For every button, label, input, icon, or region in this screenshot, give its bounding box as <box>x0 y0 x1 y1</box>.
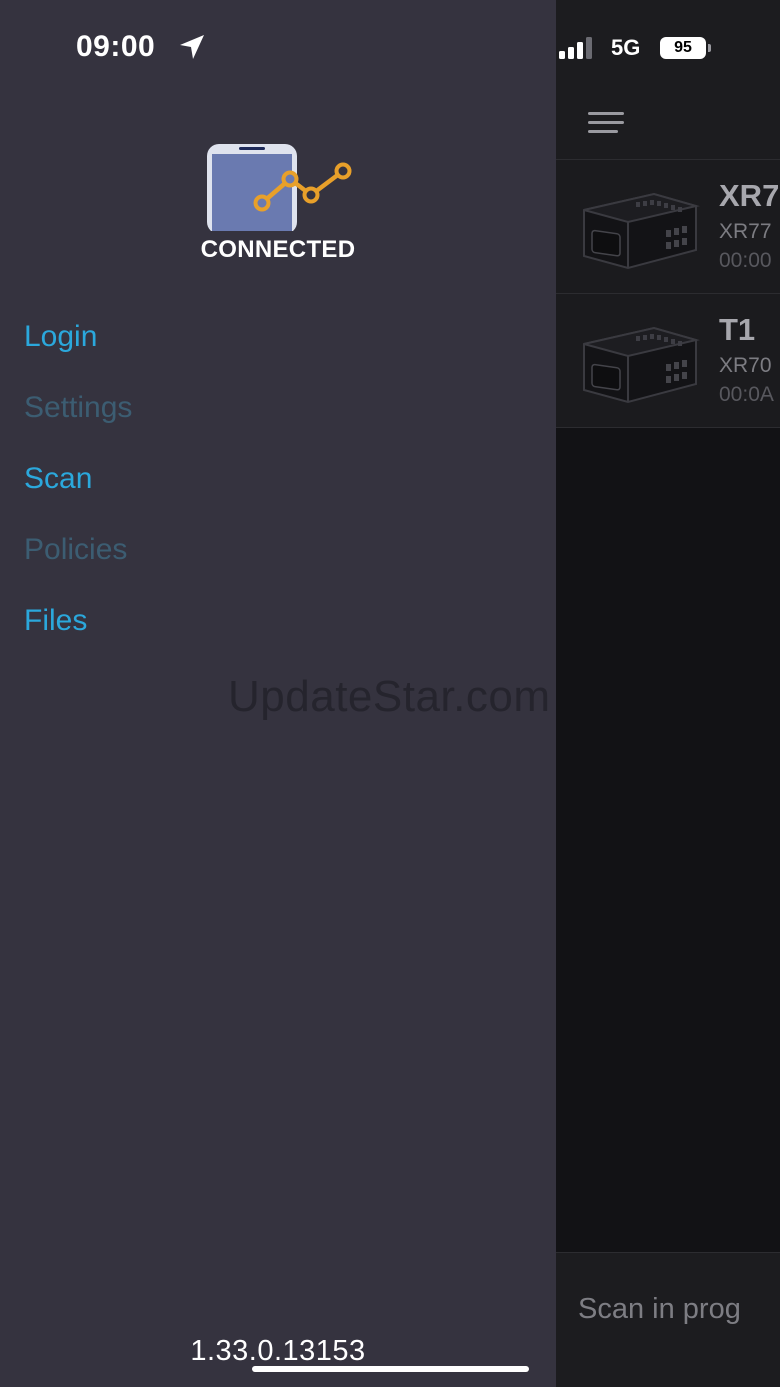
home-indicator <box>252 1366 529 1372</box>
logo-text: CONNECTED <box>200 236 356 263</box>
watermark: UpdateStar.com <box>228 672 551 721</box>
controller-device-icon <box>583 326 700 404</box>
device-model: XR77 <box>719 220 772 243</box>
device-name: T1 <box>719 312 756 347</box>
device-time: 00:00 <box>719 249 772 272</box>
network-type: 5G <box>611 35 641 60</box>
menu-item-scan[interactable]: Scan <box>24 462 92 496</box>
status-time: 09:00 <box>76 30 156 63</box>
cellular-signal-icon <box>559 37 592 59</box>
menu-item-policies: Policies <box>24 533 128 566</box>
controller-device-icon <box>583 192 700 270</box>
device-name: XR7 <box>719 178 780 213</box>
battery-level: 95 <box>674 39 692 56</box>
scan-status-text: Scan in prog <box>578 1293 741 1325</box>
menu-item-login[interactable]: Login <box>24 320 97 354</box>
app-version: 1.33.0.13153 <box>190 1335 366 1367</box>
connected-logo-icon <box>207 144 352 231</box>
scan-status-bar: Scan in prog <box>556 1252 780 1387</box>
device-time: 00:0A <box>719 383 774 406</box>
device-row[interactable]: XR7 XR77 00:00 <box>556 160 780 294</box>
device-row[interactable]: T1 XR70 00:0A <box>556 294 780 428</box>
device-model: XR70 <box>719 354 772 377</box>
main-header <box>556 0 780 160</box>
device-list-screen: XR7 XR77 00:00 T1 XR70 00:0A Scan in pro… <box>556 0 780 1387</box>
location-arrow-icon <box>180 35 204 59</box>
menu-item-files[interactable]: Files <box>24 604 87 638</box>
menu-item-settings: Settings <box>24 391 133 424</box>
hamburger-menu-icon[interactable] <box>588 112 626 136</box>
battery-icon: 95 <box>660 37 711 59</box>
